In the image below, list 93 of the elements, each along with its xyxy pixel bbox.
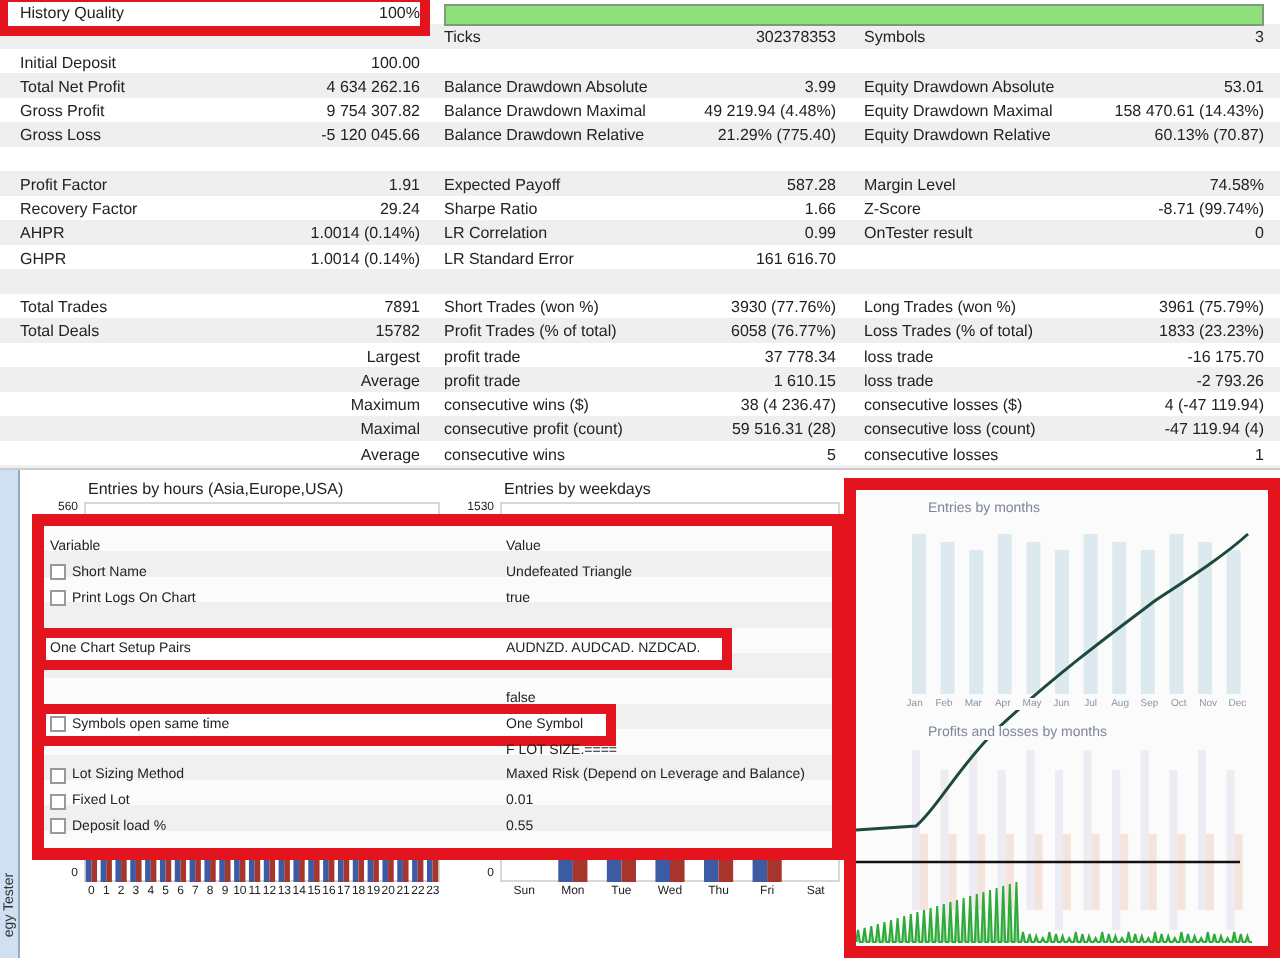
stat-value: 100% [379,4,420,25]
stat-label: consecutive wins ($) [442,396,591,417]
stat-label: Equity Drawdown Maximal [862,102,1055,123]
stat-label: GHPR [20,249,69,270]
stat-value: 74.58% [1207,175,1264,196]
stat-value: -5 120 045.66 [319,126,420,147]
stat-value: -16 175.70 [1185,347,1264,368]
stat-value: 38 (4 236.47) [738,396,836,417]
stat-value: 29.24 [377,200,420,221]
stat-label: loss trade [862,371,936,392]
stat-label: Equity Drawdown Absolute [862,77,1057,98]
stat-value: 587.28 [785,175,836,196]
checkbox[interactable] [50,564,66,581]
stat-label: Margin Level [862,175,958,196]
stat-value: 0 [1253,224,1264,245]
stat-value: 60.13% (70.87) [1152,126,1264,147]
stat-label: AHPR [20,224,67,245]
stat-value: 37 778.34 [762,347,836,368]
stat-value: 53.01 [1221,77,1264,98]
stat-label: consecutive profit (count) [442,420,625,441]
stat-value: 3930 (77.76%) [729,298,836,319]
stat-label: Balance Drawdown Relative [442,126,640,147]
stat-value: 5 [825,445,836,466]
stat-value: 0.99 [802,224,836,245]
stat-value: Maximal [358,420,420,441]
stat-value: 15782 [373,322,420,343]
stat-label: Gross Loss [20,126,103,147]
stat-value: 9 754 307.82 [324,102,420,123]
stat-label: consecutive losses ($) [862,396,1025,417]
stat-label: Symbols [862,28,928,49]
stat-label: Recovery Factor [20,200,140,221]
stat-label: loss trade [862,347,936,368]
stat-label: Loss Trades (% of total) [862,322,1035,343]
stat-value: 4 (-47 119.94) [1162,396,1264,417]
chart-bar [1140,550,1155,694]
stat-value: 161 616.70 [753,249,836,270]
stat-label: Expected Payoff [442,175,563,196]
stat-label: Gross Profit [20,102,107,123]
stat-value: 3 [1253,28,1264,49]
stat-label: consecutive losses [862,445,1001,466]
stat-label: Balance Drawdown Maximal [442,102,640,123]
stat-label: Ticks [442,28,483,49]
stat-value: -2 793.26 [1194,371,1264,392]
stat-value: 1.0014 (0.14%) [308,224,420,245]
chart-bar [1226,550,1241,694]
stat-value: 3961 (75.79%) [1157,298,1264,319]
stat-label: Z-Score [862,200,923,221]
stat-label: Profit Factor [20,175,110,196]
stat-label: Equity Drawdown Relative [862,126,1053,147]
stat-label: Total Deals [20,322,102,343]
stat-value: 1 [1253,445,1264,466]
chart-bar [1055,550,1069,694]
stat-label: consecutive wins [442,445,567,466]
stat-label: profit trade [442,371,523,392]
stat-value: 1 610.15 [771,371,836,392]
stat-value: -47 119.94 (4) [1162,420,1264,441]
stat-value: -8.71 (99.74%) [1156,200,1264,221]
stat-label: Short Trades (won %) [442,298,601,319]
stat-value: 4 634 262.16 [324,77,420,98]
stat-value: 1.91 [386,175,420,196]
stat-value: 1833 (23.23%) [1157,322,1264,343]
chart-title: Entries by hours (Asia,Europe,USA) [86,478,346,502]
stat-value: 7891 [382,298,420,319]
stat-value: 1.66 [802,200,836,221]
stat-value: Largest [364,347,420,368]
stat-value: Average [358,445,420,466]
stat-label: Long Trades (won %) [862,298,1019,319]
stat-value: 302378353 [753,28,836,49]
stat-value: 1.0014 (0.14%) [308,249,420,270]
checkbox[interactable] [50,818,66,835]
stat-value: 100.00 [369,53,420,74]
stat-value: 158 470.61 (14.43%) [1112,102,1264,123]
stat-label: Total Net Profit [20,77,127,98]
stat-label: LR Standard Error [442,249,576,270]
stat-value: Average [358,371,420,392]
checkbox[interactable] [50,716,66,733]
stat-label: consecutive loss (count) [862,420,1038,441]
stat-label: Sharpe Ratio [442,200,540,221]
stat-label: LR Correlation [442,224,550,245]
stat-label: OnTester result [862,224,975,245]
chart-bar [969,550,984,694]
stat-value: 6058 (76.77%) [729,322,836,343]
stat-label: History Quality [20,4,125,25]
checkbox[interactable] [50,590,66,607]
checkbox[interactable] [50,767,66,784]
stat-value: Maximum [348,396,420,417]
stat-label: profit trade [442,347,523,368]
stat-label: Profit Trades (% of total) [442,322,619,343]
stat-label: Total Trades [20,298,110,319]
checkbox[interactable] [50,793,66,810]
stat-value: 59 516.31 (28) [729,420,836,441]
chart-title: Entries by weekdays [502,478,653,502]
stat-label: Initial Deposit [20,53,119,74]
